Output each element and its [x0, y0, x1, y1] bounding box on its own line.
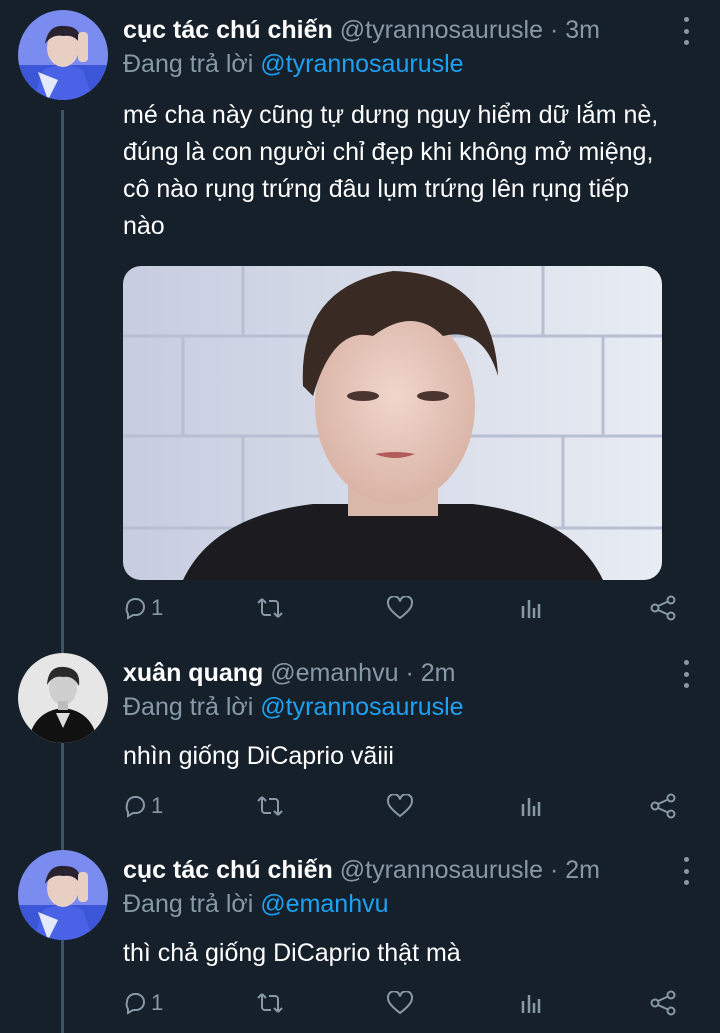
avatar[interactable]: [18, 850, 108, 940]
tweet-1[interactable]: cục tác chú chiến @tyrannosaurusle · 3m …: [0, 0, 720, 640]
reply-context: Đang trả lời @emanhvu: [123, 890, 389, 919]
share-button[interactable]: [649, 588, 677, 628]
retweet-icon: [257, 796, 283, 816]
share-icon: [650, 990, 676, 1016]
tweet-text: nhìn giống DiCaprio vãiii: [123, 742, 394, 770]
tweet-2[interactable]: xuân quang @emanhvu · 2m Đang trả lời @t…: [0, 640, 720, 840]
reply-button[interactable]: 1: [123, 588, 163, 628]
retweet-button[interactable]: [256, 983, 284, 1023]
tweet-text: mé cha này cũng tự dưng nguy hiểm dữ lắm…: [123, 97, 698, 245]
analytics-button[interactable]: [519, 786, 543, 826]
timestamp[interactable]: 2m: [421, 659, 456, 687]
retweet-icon: [257, 993, 283, 1013]
reply-prefix: Đang trả lời: [123, 693, 254, 721]
like-icon: [387, 794, 413, 818]
share-icon: [650, 793, 676, 819]
tweet-actions: 1: [123, 588, 683, 628]
tweet-header: xuân quang @emanhvu · 2m: [123, 659, 660, 693]
reply-count: 1: [151, 595, 164, 620]
reply-mention-link[interactable]: @emanhvu: [260, 890, 388, 918]
tweet-text-line: mé cha này cũng tự dưng nguy hiểm dữ lắm…: [123, 101, 659, 129]
reply-prefix: Đang trả lời: [123, 890, 254, 918]
analytics-icon: [521, 600, 541, 618]
display-name[interactable]: cục tác chú chiến: [123, 16, 333, 44]
more-options-icon[interactable]: [682, 857, 690, 885]
tweet-text-line: đúng là con người chỉ đẹp khi không mở m…: [123, 138, 654, 166]
analytics-button[interactable]: [519, 588, 543, 628]
reply-count: 1: [151, 990, 164, 1015]
more-options-icon[interactable]: [682, 17, 690, 45]
avatar-photo-icon: [18, 10, 108, 100]
timestamp[interactable]: 3m: [565, 16, 600, 44]
tweet-text-line: cô nào rụng trứng đâu lụm trứng lên rụng…: [123, 175, 629, 203]
analytics-icon: [521, 798, 541, 816]
reply-context: Đang trả lời @tyrannosaurusle: [123, 693, 464, 722]
tweet-text-line: nào: [123, 212, 165, 240]
separator-dot: ·: [549, 16, 559, 44]
separator-dot: ·: [405, 659, 414, 687]
tweet-header: cục tác chú chiến @tyrannosaurusle · 3m: [123, 16, 660, 50]
reply-icon: [125, 796, 145, 818]
analytics-button[interactable]: [519, 983, 543, 1023]
reply-button[interactable]: 1: [123, 983, 163, 1023]
like-button[interactable]: [387, 588, 413, 628]
reply-mention-link[interactable]: @tyrannosaurusle: [260, 693, 463, 721]
reply-count: 1: [151, 793, 164, 818]
avatar-photo-icon: [18, 653, 108, 743]
like-button[interactable]: [387, 983, 413, 1023]
tweet-media-image[interactable]: [123, 266, 662, 580]
retweet-icon: [257, 598, 283, 618]
reply-prefix: Đang trả lời: [123, 50, 254, 78]
retweet-button[interactable]: [256, 786, 284, 826]
tweet-header: cục tác chú chiến @tyrannosaurusle · 2m: [123, 856, 660, 890]
display-name[interactable]: xuân quang: [123, 659, 263, 687]
user-handle[interactable]: @tyrannosaurusle: [340, 16, 543, 44]
tweet-text: thì chả giống DiCaprio thật mà: [123, 939, 461, 967]
tweet-3[interactable]: cục tác chú chiến @tyrannosaurusle · 2m …: [0, 840, 720, 1033]
reply-mention-link[interactable]: @tyrannosaurusle: [260, 50, 463, 78]
display-name[interactable]: cục tác chú chiến: [123, 856, 333, 884]
tweet-actions: 1: [123, 786, 683, 826]
reply-button[interactable]: 1: [123, 786, 163, 826]
like-icon: [387, 991, 413, 1015]
share-icon: [650, 595, 676, 621]
like-button[interactable]: [387, 786, 413, 826]
share-button[interactable]: [649, 786, 677, 826]
reply-icon: [125, 598, 145, 620]
timestamp[interactable]: 2m: [565, 856, 600, 884]
avatar[interactable]: [18, 10, 108, 100]
retweet-button[interactable]: [256, 588, 284, 628]
reply-icon: [125, 993, 145, 1015]
portrait-photo-icon: [123, 266, 662, 580]
user-handle[interactable]: @emanhvu: [270, 659, 398, 687]
more-options-icon[interactable]: [682, 660, 690, 688]
avatar[interactable]: [18, 653, 108, 743]
tweet-actions: 1: [123, 983, 683, 1023]
reply-context: Đang trả lời @tyrannosaurusle: [123, 50, 464, 79]
separator-dot: ·: [549, 856, 559, 884]
avatar-photo-icon: [18, 850, 108, 940]
analytics-icon: [521, 995, 541, 1013]
user-handle[interactable]: @tyrannosaurusle: [340, 856, 543, 884]
share-button[interactable]: [649, 983, 677, 1023]
like-icon: [387, 596, 413, 620]
